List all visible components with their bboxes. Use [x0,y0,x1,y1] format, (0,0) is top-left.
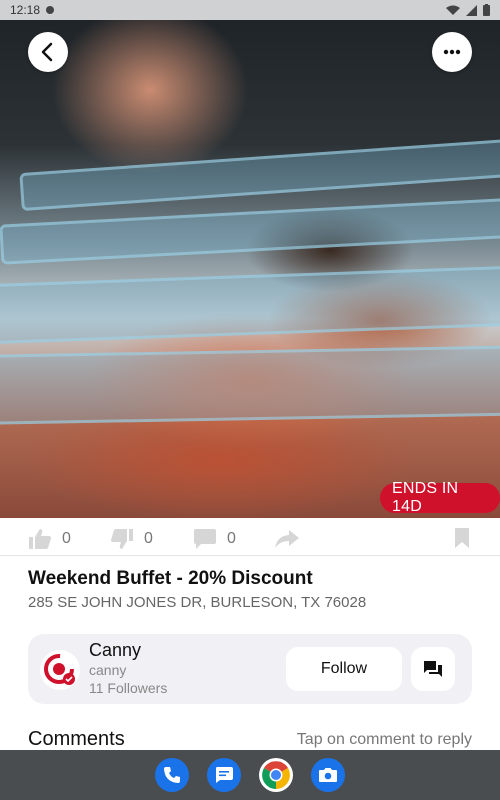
share-button[interactable] [274,529,300,549]
food-tray [19,136,500,212]
comments-hint: Tap on comment to reply [296,731,472,748]
notification-icon [46,6,55,14]
merchant-card[interactable]: Canny canny 11 Followers Follow [28,634,472,704]
deal-address[interactable]: 285 SE JOHN JONES DR, BURLESON, TX 76028 [28,594,366,611]
food-tray [0,264,500,346]
comment-count: 0 [227,529,236,547]
thumbs-down-icon [111,528,133,549]
status-time: 12:18 [10,3,41,17]
more-horizontal-icon [443,49,461,55]
camera-app[interactable] [311,758,345,792]
deal-title: Weekend Buffet - 20% Discount [28,568,313,589]
back-button[interactable] [28,32,68,72]
battery-icon [483,4,490,16]
status-icons [446,4,490,16]
reaction-bar: 0 0 0 [0,522,500,556]
comment-icon [194,528,216,549]
chrome-app[interactable] [259,758,293,792]
expiry-badge: ENDS IN 14D [380,480,500,515]
signal-icon [466,4,477,16]
app-dock [0,750,500,800]
share-icon [275,529,299,548]
bookmark-icon [455,528,469,548]
chrome-icon [262,761,290,789]
phone-app[interactable] [155,758,189,792]
wifi-icon [446,5,460,15]
merchant-handle: canny [89,662,127,678]
like-count: 0 [62,529,71,547]
status-bar: 12:18 [0,0,500,20]
chevron-left-icon [41,42,53,62]
follower-count: 11 Followers [89,680,168,696]
camera-icon [319,768,337,782]
phone-icon [164,767,180,783]
comment-button[interactable]: 0 [193,528,236,550]
message-button[interactable] [411,647,455,691]
more-options-button[interactable] [432,32,472,72]
thumbs-up-icon [29,528,51,549]
chat-icon [424,661,442,677]
canny-logo-icon [44,654,75,685]
bookmark-button[interactable] [454,527,470,554]
messages-app[interactable] [207,758,241,792]
food-tray [0,344,500,426]
like-button[interactable]: 0 [28,528,71,550]
follow-button[interactable]: Follow [286,647,402,691]
avatar[interactable] [40,650,80,690]
deal-image [0,20,500,518]
merchant-name: Canny [89,640,142,660]
messages-icon [216,767,233,783]
comments-heading: Comments [28,728,125,750]
dislike-button[interactable]: 0 [110,528,153,550]
dislike-count: 0 [144,529,153,547]
